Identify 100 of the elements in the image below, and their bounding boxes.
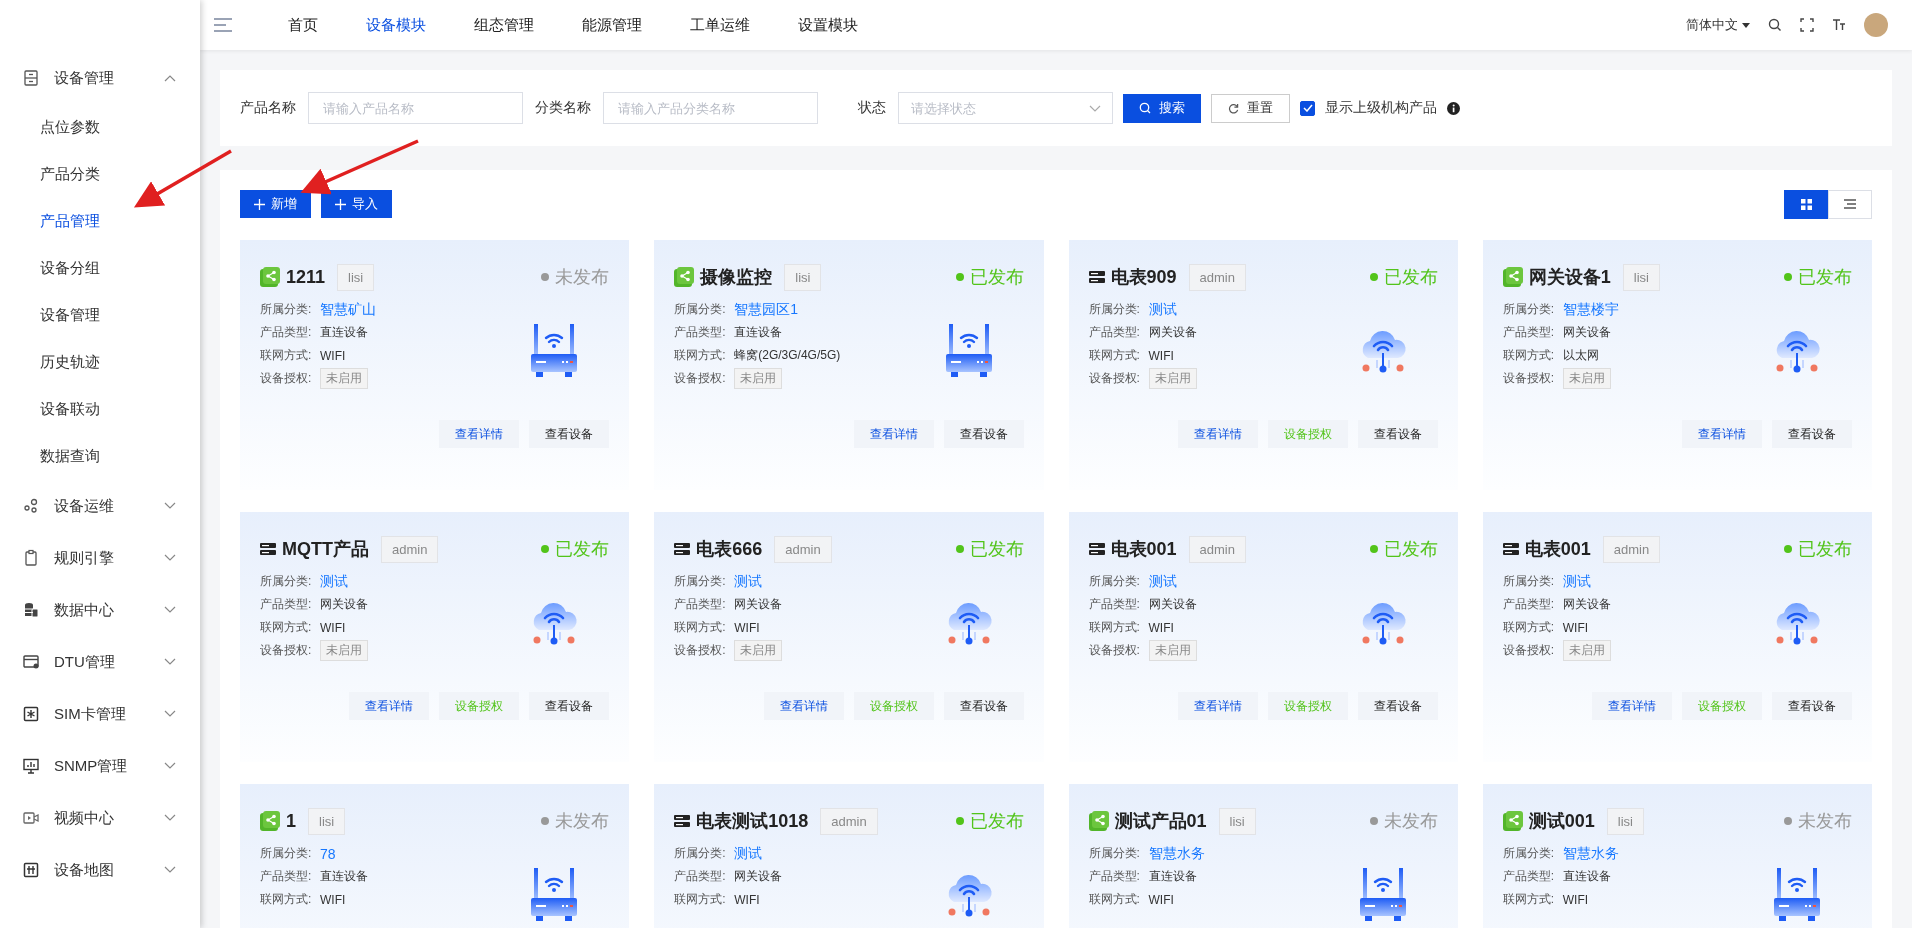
sidebar-item[interactable]: 设备分组 [40,259,100,278]
font-size-icon[interactable] [1832,19,1846,31]
product-card[interactable]: 测试001 lisi 未发布 所属分类: 智慧水务 产品类型: 直连设备 联网方式: WIFI [1482,784,1872,928]
category-link[interactable]: 智慧园区1 [734,300,799,319]
search-button[interactable]: 搜索 [1123,93,1201,123]
devices-button[interactable]: 查看设备 [943,420,1024,448]
owner-tag: admin [1188,263,1246,291]
monitor-icon [22,757,40,775]
sidebar-item[interactable]: 历史轨迹 [40,353,100,372]
field-value: 网关设备 [1148,324,1197,341]
checkbox[interactable] [1300,100,1315,116]
product-card[interactable]: 测试产品01 lisi 未发布 所属分类: 智慧水务 产品类型: 直连设备 联网方式: WIFI [1068,784,1458,928]
detail-button[interactable]: 查看详情 [763,692,844,720]
category-link[interactable]: 智慧水务 [1148,844,1205,863]
detail-button[interactable]: 查看详情 [853,420,934,448]
category-link[interactable]: 智慧矿山 [320,300,376,319]
status-tag: 未启用 [1148,368,1197,389]
status-text: 已发布 [1798,266,1852,289]
product-title: 1 [286,810,296,832]
status-text: 已发布 [969,538,1024,561]
sidebar-group[interactable]: 设备管理 [0,52,200,104]
detail-button[interactable]: 查看详情 [1682,420,1762,448]
devices-button[interactable]: 查看设备 [1357,420,1438,448]
detail-button[interactable]: 查看详情 [349,692,430,720]
devices-button[interactable]: 查看设备 [943,692,1024,720]
sidebar-group-label: 设备管理 [54,68,115,88]
share-icon [1502,267,1523,287]
nav-tab[interactable]: 设置模块 [774,15,882,35]
input-field[interactable]: 请输入产品名称 [308,92,523,124]
devices-button[interactable]: 查看设备 [1357,692,1438,720]
detail-button[interactable]: 查看详情 [439,420,520,448]
field-label: 所属分类: [1502,573,1556,590]
share-icon [674,267,695,287]
field-label: 联网方式: [674,347,727,364]
category-link[interactable]: 测试 [320,572,348,591]
reset-button[interactable]: 重置 [1211,93,1290,123]
field-label: 产品类型: [1502,868,1556,885]
field-label: 产品类型: [674,596,727,613]
server-icon [1088,542,1105,556]
list-view-toggle[interactable] [1828,189,1872,219]
language-dropdown[interactable]: 简体中文 [1686,16,1750,34]
devices-button[interactable]: 查看设备 [1772,692,1852,720]
sidebar-group[interactable]: 视频中心 [0,792,200,844]
router-icon [1773,868,1821,924]
status-tag: 未启用 [1148,640,1197,661]
server-icon [674,814,691,828]
sidebar-group[interactable]: 规则引擎 [0,532,200,584]
sidebar-group[interactable]: SIM卡管理 [0,688,200,740]
category-link[interactable]: 测试 [1562,572,1591,591]
sidebar-item[interactable]: 数据查询 [40,447,100,466]
sidebar-group-label: 视频中心 [54,808,115,828]
nav-tab[interactable]: 组态管理 [450,15,558,35]
sidebar-item[interactable]: 点位参数 [40,118,100,137]
sidebar-item[interactable]: 产品分类 [40,165,100,184]
category-link[interactable]: 测试 [734,844,763,863]
owner-tag: admin [820,807,878,835]
nav-tab[interactable]: 工单运维 [666,15,774,35]
sidebar-item[interactable]: 产品管理 [40,212,100,231]
sidebar-group[interactable]: DTU管理 [0,636,200,688]
sidebar-group-label: SIM卡管理 [54,704,127,724]
field-value: WIFI [1148,620,1174,635]
plus-icon [254,198,265,210]
nav-tab[interactable]: 能源管理 [558,15,666,35]
detail-button[interactable]: 查看详情 [1177,420,1258,448]
sidebar-item[interactable]: 设备管理 [40,306,100,325]
refresh-icon [1228,102,1239,114]
field-value: 以太网 [1562,347,1599,364]
nav-tab[interactable]: 设备模块 [342,15,450,35]
category-link[interactable]: 智慧楼宇 [1562,300,1619,319]
field-value: WIFI [734,620,760,635]
search-icon[interactable] [1768,18,1782,32]
devices-button[interactable]: 查看设备 [1772,420,1852,448]
category-link[interactable]: 测试 [1148,572,1177,591]
sidebar-group[interactable]: SNMP管理 [0,740,200,792]
category-link[interactable]: 测试 [1148,300,1177,319]
input-field[interactable]: 请输入产品分类名称 [603,92,818,124]
fullscreen-icon[interactable] [1800,18,1814,32]
detail-button[interactable]: 查看详情 [1177,692,1258,720]
detail-button[interactable]: 查看详情 [1592,692,1672,720]
status-tag: 未启用 [1562,640,1611,661]
sidebar-group[interactable]: 设备地图 [0,844,200,896]
category-link[interactable]: 智慧水务 [1562,844,1619,863]
import-button[interactable]: 导入 [321,190,392,218]
dtu-icon [22,653,40,671]
add-button[interactable]: 新增 [240,190,311,218]
product-card[interactable]: 1 lisi 未发布 所属分类: 78 产品类型: 直连设备 联网方式: WIFI [240,784,630,928]
product-card[interactable]: 电表测试1018 admin 已发布 所属分类: 测试 产品类型: 网关设备 联网方式: WIFI [654,784,1044,928]
devices-button[interactable]: 查看设备 [529,692,610,720]
sidebar-item[interactable]: 设备联动 [40,400,100,419]
nav-tab[interactable]: 首页 [264,15,342,35]
sidebar-group[interactable]: 设备运维 [0,480,200,532]
status-select[interactable]: 请选择状态 [898,92,1113,124]
category-link[interactable]: 测试 [734,572,763,591]
devices-button[interactable]: 查看设备 [529,420,610,448]
field-label: 所属分类: [1502,845,1556,862]
info-icon[interactable] [1447,101,1460,115]
grid-view-toggle[interactable] [1784,189,1828,219]
sidebar-group[interactable]: 数据中心 [0,584,200,636]
category-link[interactable]: 78 [320,845,336,862]
field-label: 联网方式: [1502,347,1556,364]
